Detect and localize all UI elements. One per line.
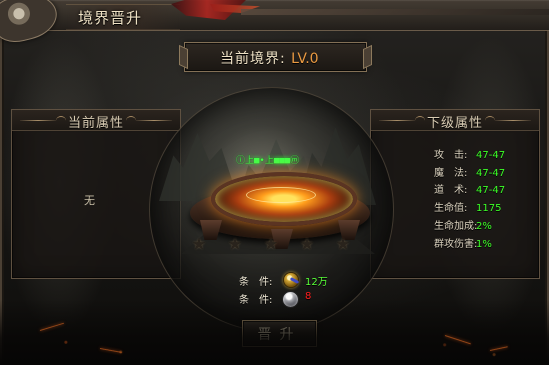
attribute-row: 魔 法: 47-47 — [434, 164, 505, 179]
rank-star-icon: ★ — [300, 235, 314, 253]
attribute-label: 生命值: — [434, 203, 468, 214]
realm-promotion-window: 境界晋升 当前境界: LV.0 当前属性 无 下级属性 ⓘ上■•上■■■ⓜ ★ … — [0, 0, 549, 365]
header-rule-right — [495, 120, 531, 121]
attribute-value: 1% — [476, 239, 492, 250]
attribute-row: 群攻伤害:1% — [434, 235, 492, 250]
fire-altar-ring — [211, 172, 357, 226]
attribute-label: 群攻伤害: — [434, 239, 478, 250]
current-realm-bar: 当前境界: LV.0 — [184, 42, 367, 72]
attribute-row: 道 术: 47-47 — [434, 181, 505, 196]
current-attributes-empty-text: 无 — [84, 194, 95, 207]
next-attributes-title: 下级属性 — [426, 116, 483, 131]
header-flourish-right — [485, 116, 495, 125]
next-attributes-header: 下级属性 — [371, 110, 539, 131]
current-realm-label: 当前境界: — [220, 51, 286, 67]
attribute-row: 攻 击: 47-47 — [434, 146, 505, 161]
current-attributes-header: 当前属性 — [12, 110, 180, 131]
attribute-value: 1175 — [476, 203, 502, 214]
header-rule-right — [136, 120, 172, 121]
rank-star-icon: ★ — [228, 235, 242, 253]
attribute-label: 生命加成: — [434, 221, 478, 232]
current-attributes-title: 当前属性 — [67, 116, 124, 131]
attribute-label: 攻 击: — [434, 150, 468, 161]
header-flourish-right — [126, 116, 136, 125]
bottom-rock-foreground — [0, 300, 549, 365]
attribute-row: 生命加成:2% — [434, 217, 492, 232]
attribute-value: 47-47 — [476, 185, 506, 196]
attribute-value: 47-47 — [476, 168, 506, 179]
attribute-label: 道 术: — [434, 185, 468, 196]
gold-coin-icon — [283, 272, 299, 288]
rank-star-icon: ★ — [192, 235, 206, 253]
window-title: 境界晋升 — [78, 9, 143, 27]
attribute-row: 生命值: 1175 — [434, 199, 501, 214]
rank-star-icon: ★ — [336, 235, 350, 253]
rank-star-icon: ★ — [264, 235, 278, 253]
attribute-label: 魔 法: — [434, 168, 468, 179]
window-title-bar: 境界晋升 — [0, 0, 549, 48]
current-realm-value: LV.0 — [291, 51, 319, 67]
attribute-value: 2% — [476, 221, 492, 232]
top-rail-decoration — [241, 9, 549, 15]
requirement-label: 条 件: — [239, 277, 273, 288]
requirement-row: 条 件: — [239, 273, 279, 288]
attribute-value: 47-47 — [476, 150, 506, 161]
current-realm-text: 当前境界: LV.0 — [220, 48, 319, 68]
glowing-glyph-text: ⓘ上■•上■■■ⓜ — [236, 156, 300, 166]
gold-requirement-value: 12万 — [305, 277, 328, 288]
